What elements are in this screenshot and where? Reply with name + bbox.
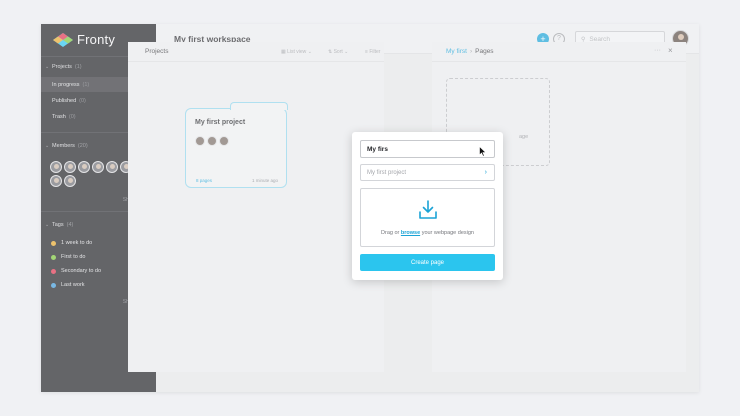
page-name-input[interactable]: [360, 140, 495, 158]
browse-link[interactable]: browse: [401, 230, 420, 236]
create-page-button[interactable]: Create page: [360, 254, 495, 271]
chevron-right-icon: ›: [484, 169, 487, 176]
upload-dropzone[interactable]: Drag or browse your webpage design: [360, 188, 495, 247]
dropzone-text: Drag or browse your webpage design: [361, 230, 494, 236]
dropzone-prefix: Drag or: [381, 230, 400, 236]
download-icon: [419, 200, 437, 219]
mouse-cursor-icon: [479, 146, 487, 157]
project-select-value: My first project: [367, 169, 407, 176]
dropzone-suffix: your webpage design: [421, 230, 474, 236]
project-select[interactable]: My first project ›: [360, 164, 495, 181]
